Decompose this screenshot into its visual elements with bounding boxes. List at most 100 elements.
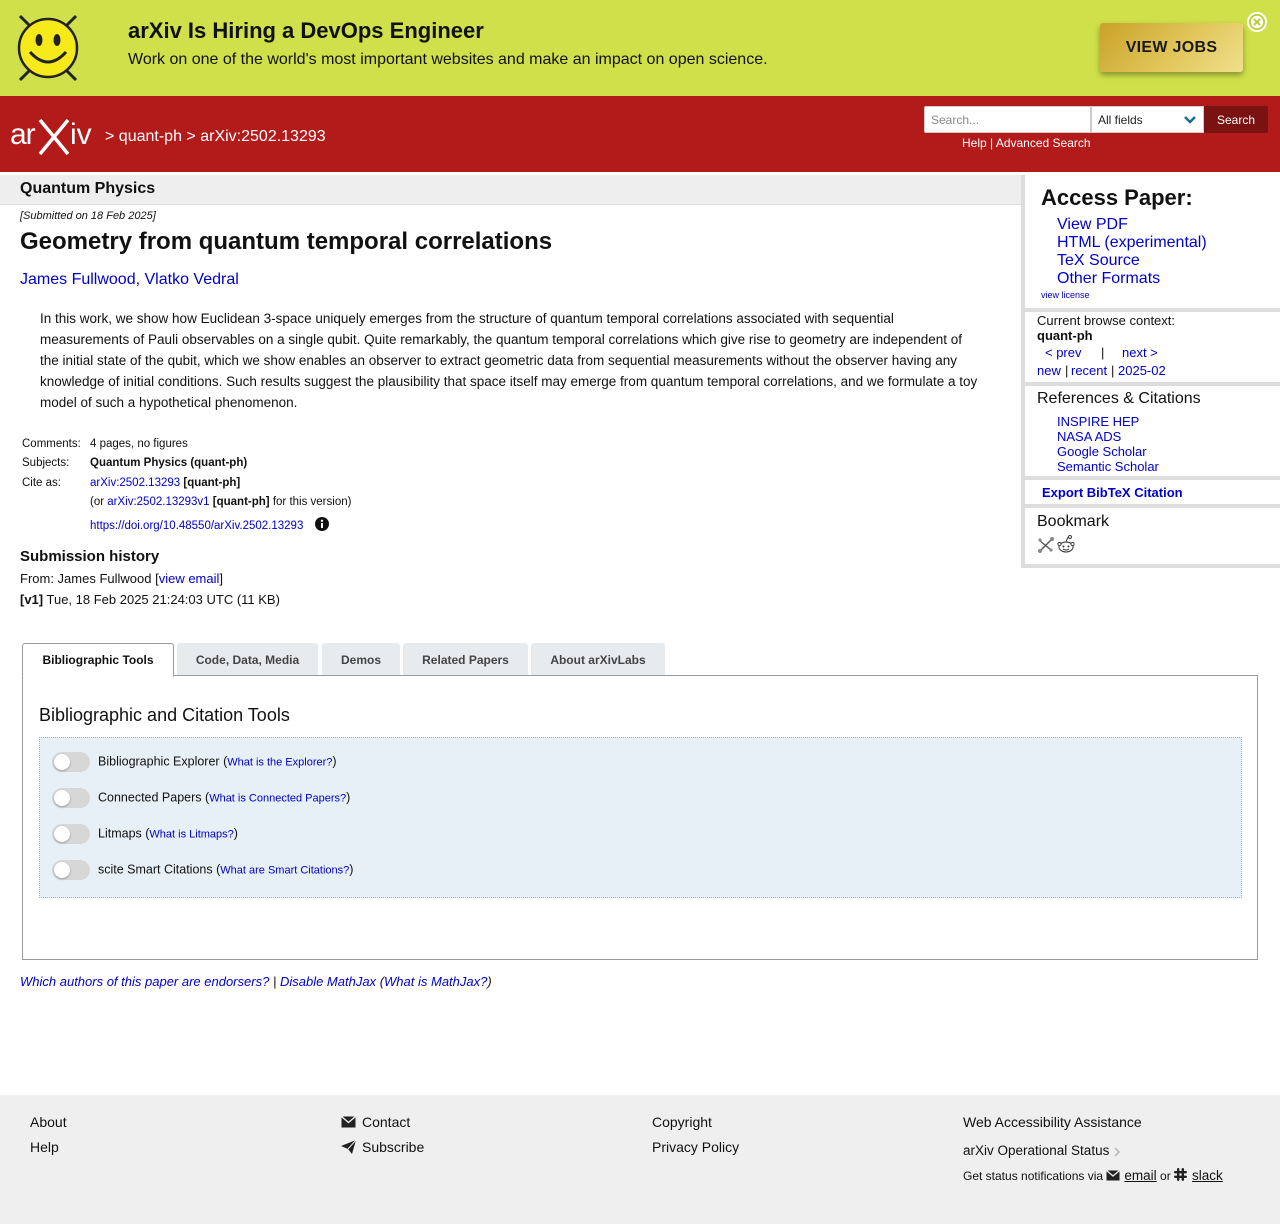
author-link[interactable]: Vlatko Vedral — [145, 271, 239, 288]
recent-link[interactable]: recent — [1071, 363, 1107, 378]
envelope-icon — [341, 1116, 356, 1128]
tab-code-data-media[interactable]: Code, Data, Media — [177, 643, 318, 676]
close-icon — [1249, 14, 1265, 30]
comments-value: 4 pages, no figures — [90, 438, 188, 450]
access-paper-title: Access Paper: — [1041, 185, 1193, 210]
footer-privacy-link[interactable]: Privacy Policy — [652, 1139, 739, 1155]
tools-title: Bibliographic and Citation Tools — [39, 705, 290, 725]
tab-about-arxivlabs[interactable]: About arXivLabs — [531, 643, 665, 676]
footer-contact-link[interactable]: Contact — [362, 1114, 410, 1130]
other-formats-link[interactable]: Other Formats — [1057, 270, 1160, 288]
tab-panel: Bibliographic and Citation Tools Bibliog… — [22, 675, 1258, 960]
tool-help-link[interactable]: What is Connected Papers? — [209, 792, 346, 804]
new-link[interactable]: new — [1037, 363, 1061, 378]
breadcrumb-paper-id[interactable]: arXiv:2502.13293 — [200, 128, 325, 145]
tab-bibliographic-tools[interactable]: Bibliographic Tools — [22, 643, 174, 677]
view-pdf-link[interactable]: View PDF — [1057, 216, 1128, 234]
subjects-label: Subjects: — [22, 457, 70, 469]
right-sidebar: Access Paper: View PDF HTML (experimenta… — [1021, 175, 1280, 568]
close-banner-button[interactable] — [1247, 12, 1267, 32]
author-link[interactable]: James Fullwood — [20, 271, 136, 288]
bottom-links: Which authors of this paper are endorser… — [20, 974, 492, 989]
access-paper-box: Access Paper: View PDF HTML (experimenta… — [1025, 175, 1280, 308]
slack-icon — [1174, 1168, 1188, 1181]
disable-mathjax-link[interactable]: Disable MathJax — [280, 974, 376, 989]
tab-demos[interactable]: Demos — [322, 643, 400, 676]
version-category: [quant-ph] — [212, 496, 270, 508]
info-icon[interactable] — [314, 517, 329, 531]
svg-text:ar: ar — [10, 118, 36, 151]
export-box: Export BibTeX Citation — [1025, 480, 1280, 504]
references-title: References & Citations — [1037, 390, 1201, 407]
tool-help-link[interactable]: What is Litmaps? — [149, 828, 233, 840]
html-link[interactable]: HTML (experimental) — [1057, 234, 1207, 252]
search-input[interactable]: Search... — [924, 106, 1091, 133]
doi-link[interactable]: https://doi.org/10.48550/arXiv.2502.1329… — [90, 520, 303, 532]
nasa-ads-link[interactable]: NASA ADS — [1057, 429, 1121, 444]
footer-about-link[interactable]: About — [30, 1114, 67, 1130]
notify-slack-link[interactable]: slack — [1174, 1168, 1223, 1183]
breadcrumb-category[interactable]: quant-ph — [119, 128, 182, 145]
breadcrumb-separator: > — [186, 128, 196, 145]
subject-header: Quantum Physics — [0, 175, 1021, 205]
bibliographic-explorer-toggle[interactable] — [52, 752, 90, 772]
footer-help-link[interactable]: Help — [30, 1139, 59, 1155]
bibsonomy-icon[interactable] — [1037, 536, 1055, 554]
footer-copyright-link[interactable]: Copyright — [652, 1114, 712, 1130]
status-notifications: Get status notifications via email or sl… — [963, 1168, 1223, 1183]
inspire-hep-link[interactable]: INSPIRE HEP — [1057, 414, 1139, 429]
footer-status-link[interactable]: arXiv Operational Status — [963, 1143, 1109, 1158]
comments-label: Comments: — [22, 438, 81, 450]
search-field-select[interactable]: All fields — [1091, 106, 1204, 133]
scite-toggle[interactable] — [52, 860, 90, 880]
tool-label: Bibliographic Explorer — [98, 754, 220, 769]
view-license-link[interactable]: view license — [1041, 290, 1090, 300]
links-separator: | — [990, 136, 994, 150]
endorsers-link[interactable]: Which authors of this paper are endorser… — [20, 974, 269, 989]
browse-context-value: quant-ph — [1037, 328, 1093, 343]
tab-related-papers[interactable]: Related Papers — [403, 643, 528, 676]
mathjax-help-link[interactable]: What is MathJax? — [384, 974, 487, 989]
breadcrumb-separator: > — [105, 128, 115, 145]
footer-accessibility-link[interactable]: Web Accessibility Assistance — [963, 1114, 1142, 1130]
prev-link[interactable]: < prev — [1045, 345, 1082, 360]
banner-title: arXiv Is Hiring a DevOps Engineer — [128, 18, 484, 43]
version-value: (or arXiv:2502.13293v1 [quant-ph] for th… — [90, 496, 351, 508]
next-link[interactable]: next > — [1122, 345, 1158, 360]
site-footer: About Help Contact Subscribe Copyright P… — [0, 1095, 1280, 1224]
cite-category: [quant-ph] — [183, 477, 241, 489]
footer-subscribe-link[interactable]: Subscribe — [362, 1139, 424, 1155]
view-jobs-button[interactable]: VIEW JOBS — [1100, 23, 1243, 72]
notify-email-link[interactable]: email — [1106, 1168, 1157, 1183]
connected-papers-toggle[interactable] — [52, 788, 90, 808]
google-scholar-link[interactable]: Google Scholar — [1057, 444, 1147, 459]
month-link[interactable]: 2025-02 — [1118, 363, 1166, 378]
references-box: References & Citations INSPIRE HEP NASA … — [1025, 386, 1280, 476]
view-email-link[interactable]: view email — [159, 571, 220, 586]
browse-context-box: Current browse context: quant-ph < prev … — [1025, 312, 1280, 382]
bookmark-title: Bookmark — [1037, 513, 1110, 530]
tool-help-link[interactable]: What are Smart Citations? — [220, 864, 349, 876]
banner-subtitle: Work on one of the world's most importan… — [128, 51, 768, 68]
tool-help-link[interactable]: What is the Explorer? — [227, 756, 332, 768]
notify-slack-label: slack — [1192, 1168, 1223, 1183]
advanced-search-link[interactable]: Advanced Search — [996, 136, 1091, 150]
cite-id-link[interactable]: arXiv:2502.13293 — [90, 477, 180, 489]
version-prefix: (or — [90, 496, 105, 508]
svg-text:iv: iv — [70, 118, 92, 151]
cite-label: Cite as: — [22, 477, 61, 489]
submitted-date: [Submitted on 18 Feb 2025] — [20, 210, 156, 222]
nav-separator: | — [1101, 345, 1105, 360]
help-link[interactable]: Help — [962, 136, 987, 150]
semantic-scholar-link[interactable]: Semantic Scholar — [1057, 459, 1159, 474]
search-links: Help | Advanced Search — [962, 136, 1091, 150]
arxiv-logo[interactable]: ar iv — [10, 116, 102, 156]
tools-list: Bibliographic Explorer (What is the Expl… — [39, 737, 1242, 898]
export-bibtex-link[interactable]: Export BibTeX Citation — [1042, 485, 1183, 500]
tex-source-link[interactable]: TeX Source — [1057, 252, 1140, 270]
version-id-link[interactable]: arXiv:2502.13293v1 — [107, 496, 209, 508]
search-button[interactable]: Search — [1204, 106, 1268, 133]
paren-close: ) — [487, 974, 492, 989]
litmaps-toggle[interactable] — [52, 824, 90, 844]
reddit-icon[interactable] — [1057, 534, 1075, 554]
